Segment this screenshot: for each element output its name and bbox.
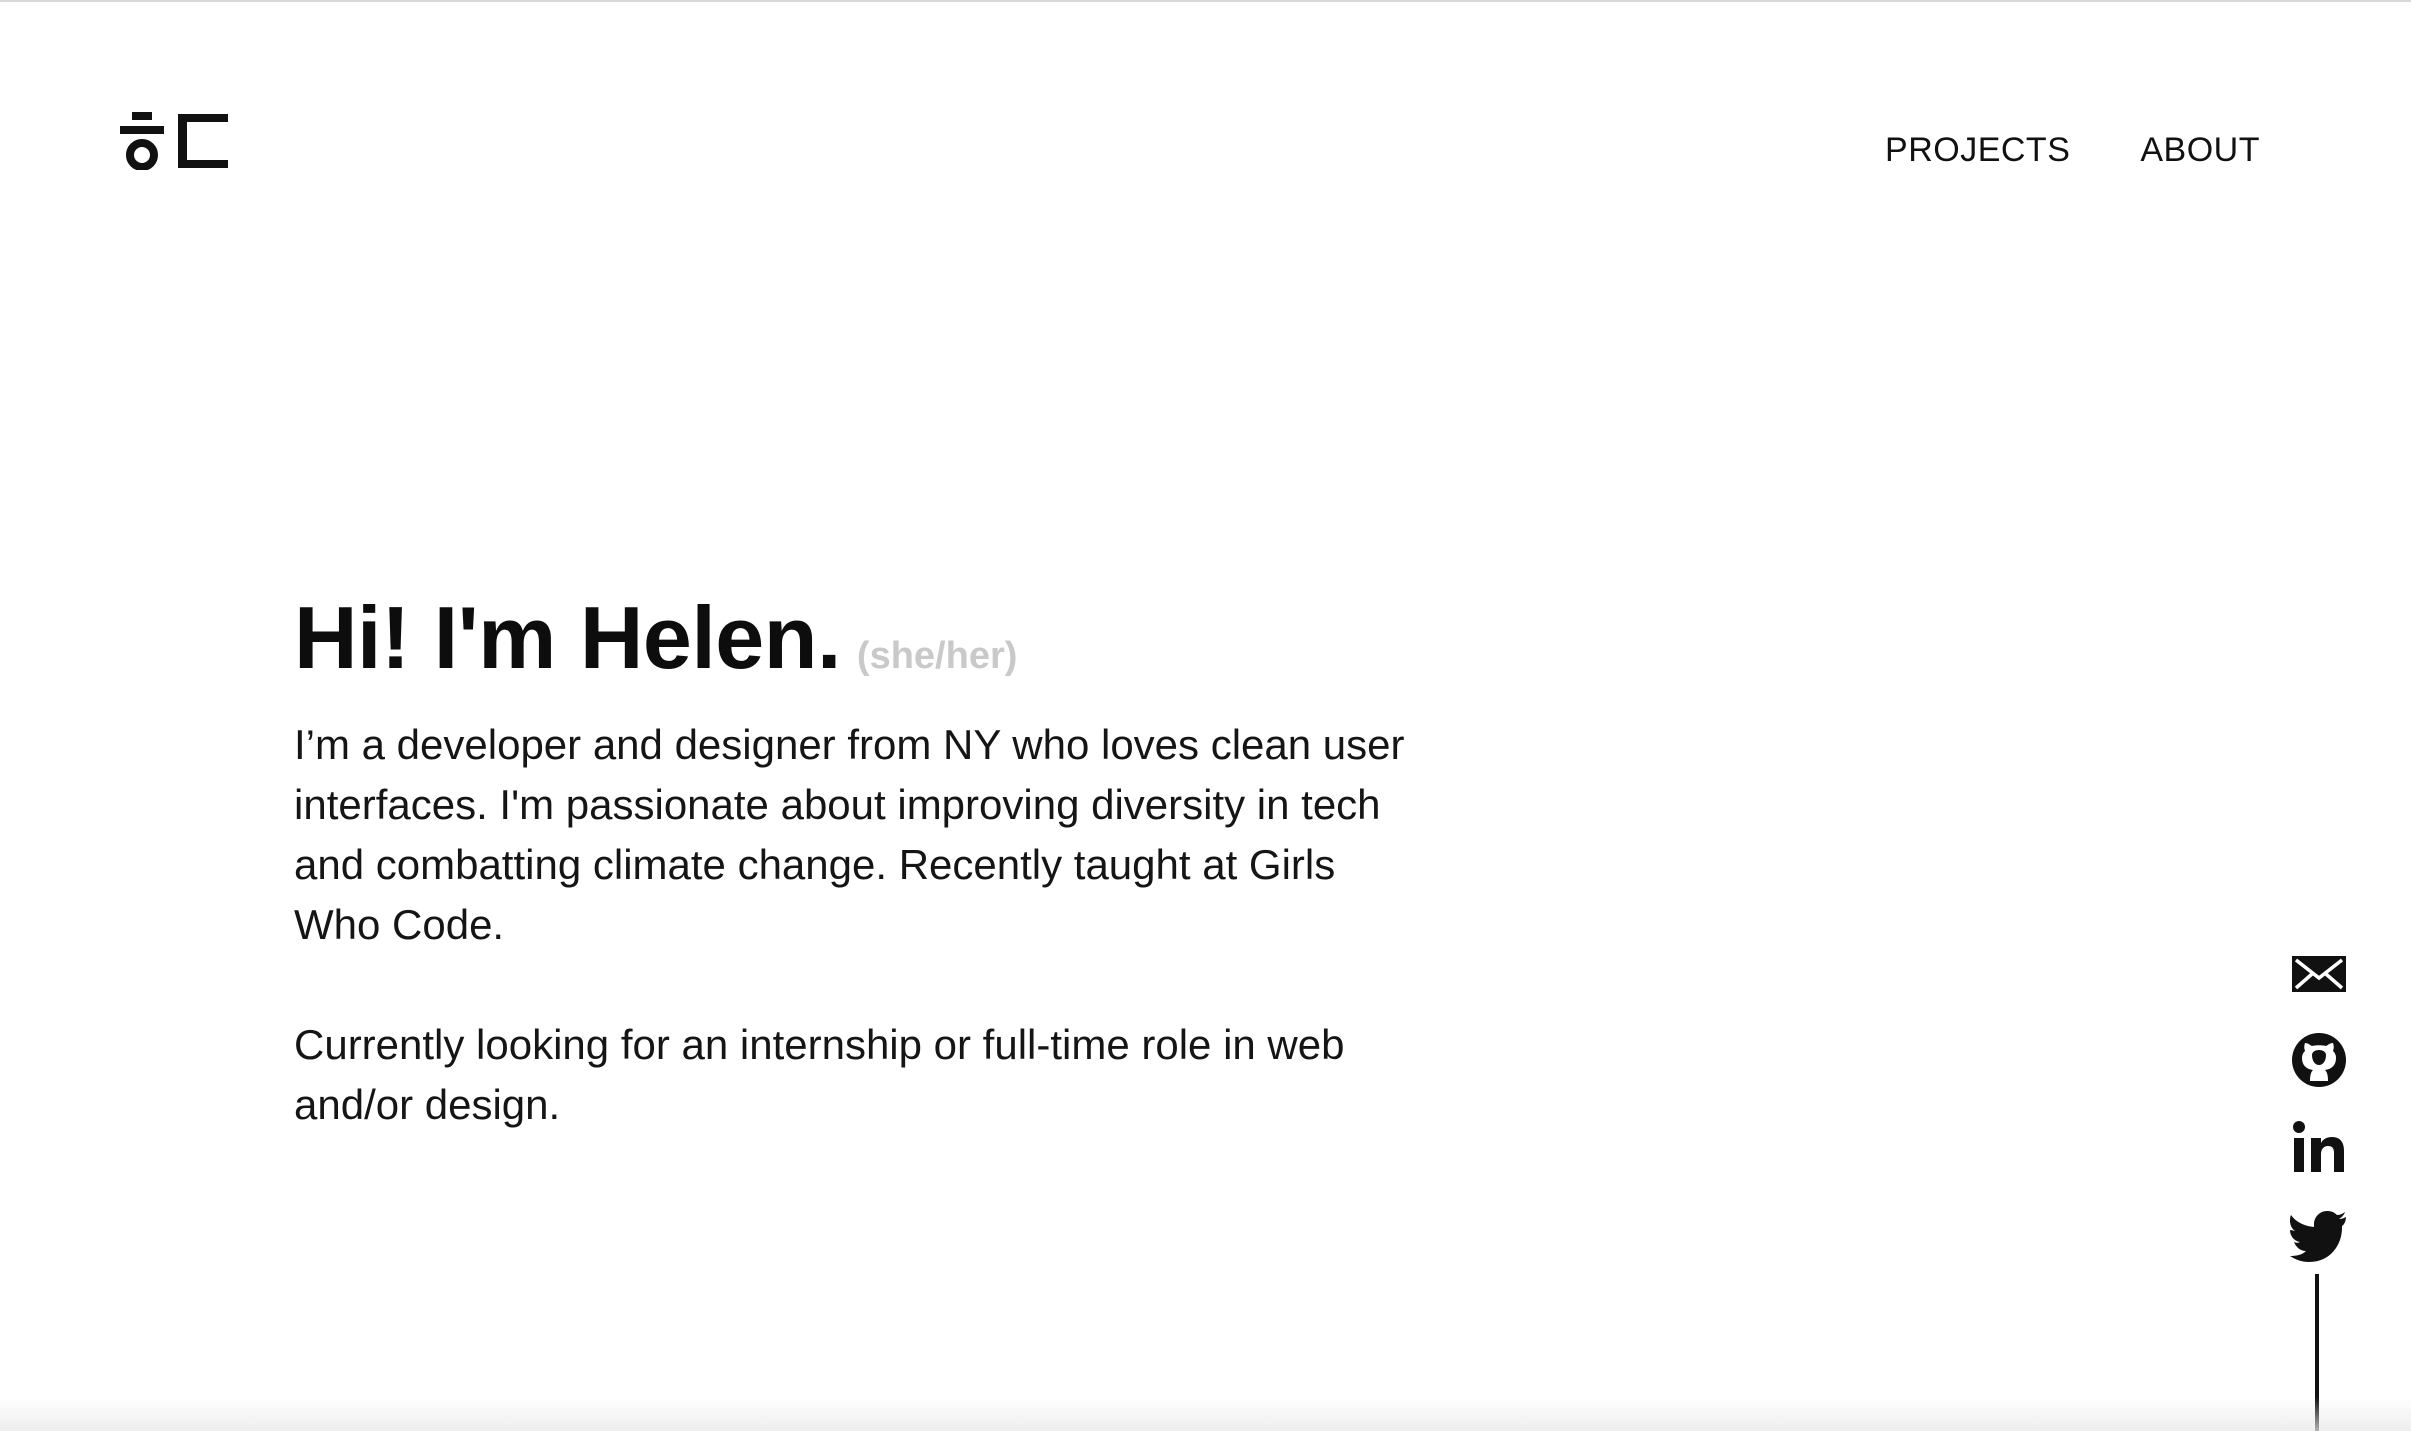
social-links (2290, 944, 2348, 1292)
status-paragraph: Currently looking for an internship or f… (294, 1021, 1345, 1128)
twitter-icon (2290, 1211, 2346, 1262)
hero-section: Hi! I'm Helen. (she/her) I’m a developer … (294, 588, 1434, 1135)
intro-paragraph: I’m a developer and designer from NY who… (294, 721, 1405, 948)
hangul-monogram-logo (120, 112, 228, 170)
hero-title: Hi! I'm Helen. (294, 588, 841, 687)
twitter-link[interactable] (2290, 1205, 2348, 1263)
github-icon (2292, 1033, 2346, 1087)
linkedin-link[interactable] (2290, 1118, 2348, 1176)
nav-about-link[interactable]: ABOUT (2140, 128, 2260, 172)
site-logo[interactable] (118, 112, 230, 170)
hero-heading: Hi! I'm Helen. (she/her) (294, 588, 1434, 707)
pronouns-label: (she/her) (856, 635, 1018, 677)
mail-icon (2292, 956, 2346, 992)
bottom-shadow (0, 1397, 2411, 1431)
nav-projects-link[interactable]: PROJECTS (1885, 128, 2070, 172)
email-link[interactable] (2290, 944, 2348, 1002)
top-border (0, 0, 2411, 2)
linkedin-icon (2293, 1121, 2344, 1172)
github-link[interactable] (2290, 1031, 2348, 1089)
main-nav: PROJECTS ABOUT (1885, 128, 2260, 172)
